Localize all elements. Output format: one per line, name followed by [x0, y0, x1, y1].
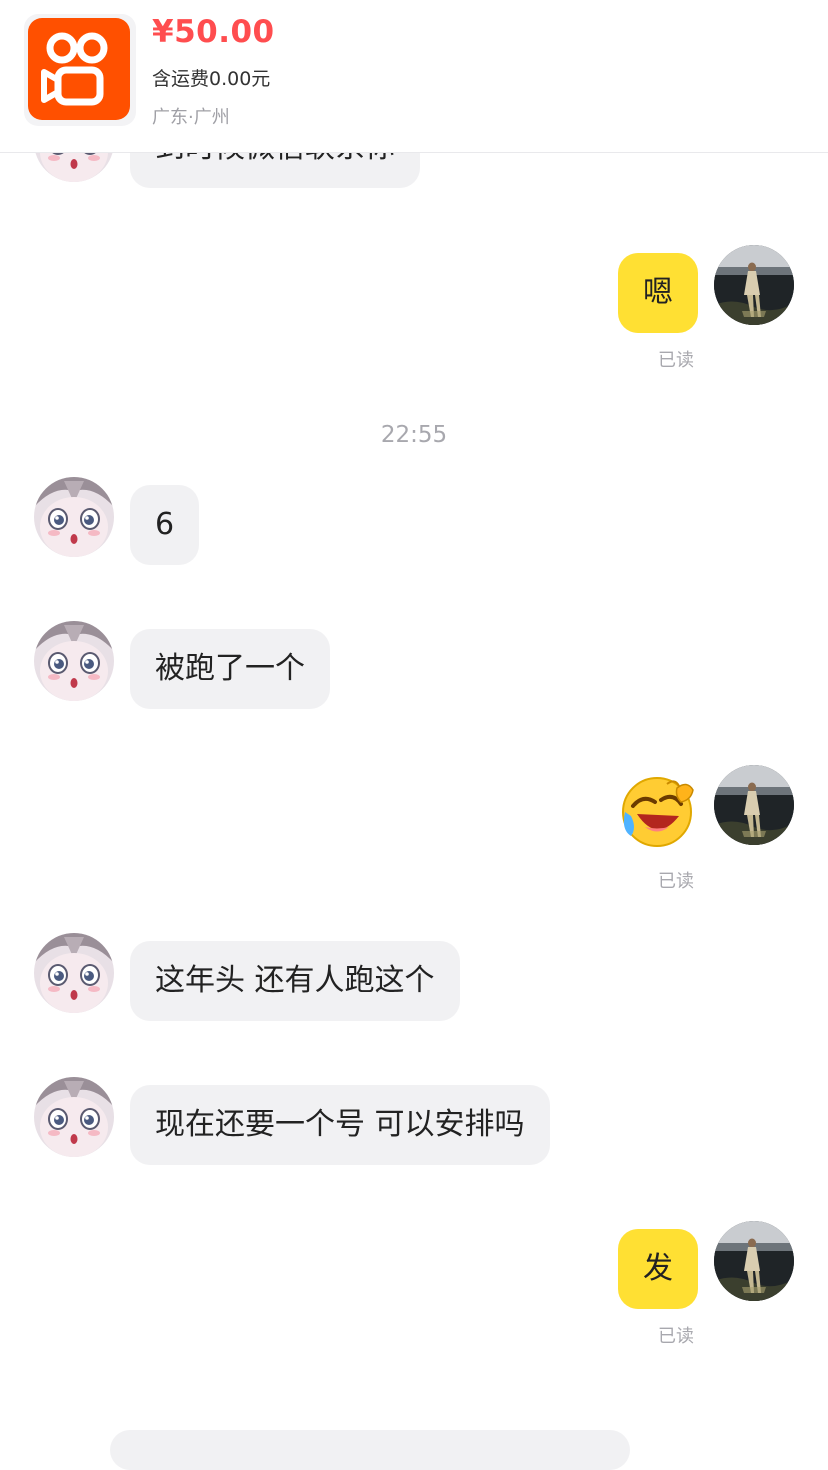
read-receipt: 已读 — [658, 871, 694, 892]
contact-avatar[interactable] — [34, 1077, 114, 1157]
message-text: 发 — [643, 1251, 673, 1286]
message-text: 被跑了一个 — [155, 651, 305, 686]
contact-avatar[interactable] — [34, 933, 114, 1013]
product-card[interactable]: ¥50.00 含运费0.00元 广东·广州 — [0, 0, 828, 153]
message-bubble-incoming[interactable]: 现在还要一个号 可以安排吗 — [130, 1085, 550, 1165]
user-avatar[interactable] — [714, 245, 794, 325]
read-receipt: 已读 — [658, 1326, 694, 1347]
read-receipt: 已读 — [658, 350, 694, 371]
message-text: 现在还要一个号 可以安排吗 — [155, 1107, 525, 1142]
message-bubble-incoming[interactable]: 6 — [130, 485, 200, 565]
time-divider: 22:55 — [380, 422, 448, 448]
chat-thread[interactable]: 到时候微信联系你 嗯 已读 22:55 6 被跑了一个 — [0, 0, 828, 1470]
user-avatar[interactable] — [714, 1221, 794, 1301]
laughing-crying-emoji-icon[interactable] — [617, 772, 697, 852]
message-bubble-incoming[interactable]: 被跑了一个 — [130, 629, 330, 709]
contact-avatar[interactable] — [34, 621, 114, 701]
message-bubble-outgoing[interactable]: 嗯 — [618, 253, 698, 333]
user-avatar[interactable] — [714, 765, 794, 845]
message-text: 这年头 还有人跑这个 — [155, 963, 435, 998]
message-bubble-incoming[interactable]: 这年头 还有人跑这个 — [130, 941, 460, 1021]
contact-avatar[interactable] — [34, 477, 114, 557]
message-text: 6 — [155, 507, 175, 542]
seller-location: 广东·广州 — [152, 107, 230, 128]
product-thumbnail[interactable] — [24, 14, 136, 126]
message-bubble-incoming[interactable] — [110, 1430, 630, 1470]
kuaishou-logo-icon — [28, 18, 130, 120]
product-price: ¥50.00 — [152, 14, 275, 50]
message-bubble-outgoing[interactable]: 发 — [618, 1229, 698, 1309]
message-text: 嗯 — [643, 275, 673, 310]
shipping-fee: 含运费0.00元 — [152, 68, 271, 90]
